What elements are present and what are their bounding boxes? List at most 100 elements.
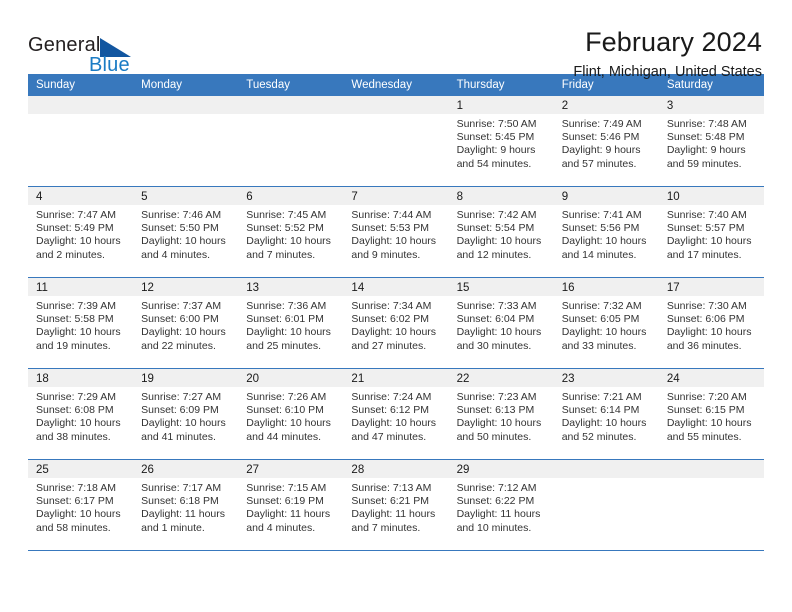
calendar-day-cell-empty [658, 459, 764, 551]
sunset-text: Sunset: 5:57 PM [666, 222, 745, 235]
day-details: Sunrise: 7:23 AM Sunset: 6:13 PM Daylight:… [449, 387, 554, 444]
day-details: Sunrise: 7:18 AM Sunset: 6:17 PM Daylight:… [28, 478, 133, 535]
day-details: Sunrise: 7:17 AM Sunset: 6:18 PM Daylight:… [133, 478, 238, 535]
day-number: 21 [343, 369, 449, 387]
sunrise-text: Sunrise: 7:13 AM [351, 482, 432, 494]
day-details: Sunrise: 7:42 AM Sunset: 5:54 PM Daylight:… [449, 205, 554, 262]
calendar-day-cell[interactable]: 12 Sunrise: 7:37 AM Sunset: 6:00 PM Dayligh… [133, 277, 239, 369]
calendar-day-cell[interactable]: 26 Sunrise: 7:17 AM Sunset: 6:18 PM Dayligh… [133, 459, 239, 551]
sunrise-text: Sunrise: 7:27 AM [141, 391, 222, 403]
calendar-day-cell[interactable]: 25 Sunrise: 7:18 AM Sunset: 6:17 PM Dayligh… [28, 459, 134, 551]
calendar-day-cell[interactable]: 4 Sunrise: 7:47 AM Sunset: 5:49 PM Daylight… [28, 186, 134, 278]
calendar-day-cell[interactable]: 24 Sunrise: 7:20 AM Sunset: 6:15 PM Dayligh… [658, 368, 764, 460]
sunrise-text: Sunrise: 7:17 AM [141, 482, 222, 494]
daylight-text: Daylight: 10 hours and 55 minutes. [666, 417, 752, 443]
calendar-day-cell[interactable]: 21 Sunrise: 7:24 AM Sunset: 6:12 PM Dayligh… [343, 368, 449, 460]
calendar-day-cell[interactable]: 29 Sunrise: 7:12 AM Sunset: 6:22 PM Dayligh… [448, 459, 554, 551]
brand-name-blue: Blue [89, 54, 130, 76]
calendar-day-cell[interactable]: 27 Sunrise: 7:15 AM Sunset: 6:19 PM Dayligh… [238, 459, 344, 551]
day-details: Sunrise: 7:26 AM Sunset: 6:10 PM Daylight:… [238, 387, 343, 444]
daylight-text: Daylight: 10 hours and 52 minutes. [561, 417, 647, 443]
sunset-text: Sunset: 5:58 PM [36, 313, 114, 326]
calendar-day-cell[interactable]: 13 Sunrise: 7:36 AM Sunset: 6:01 PM Dayligh… [238, 277, 344, 369]
calendar-day-cell[interactable]: 7 Sunrise: 7:44 AM Sunset: 5:53 PM Daylight… [343, 186, 449, 278]
calendar-day-cell[interactable]: 9 Sunrise: 7:41 AM Sunset: 5:56 PM Daylight… [553, 186, 659, 278]
calendar-day-cell[interactable]: 17 Sunrise: 7:30 AM Sunset: 6:06 PM Dayligh… [658, 277, 764, 369]
sunset-text: Sunset: 6:02 PM [351, 313, 430, 326]
sunrise-text: Sunrise: 7:47 AM [36, 209, 116, 221]
calendar-day-cell[interactable]: 15 Sunrise: 7:33 AM Sunset: 6:04 PM Dayligh… [448, 277, 554, 369]
sunrise-text: Sunrise: 7:34 AM [351, 300, 432, 312]
sunset-text: Sunset: 5:56 PM [561, 222, 640, 235]
sunrise-text: Sunrise: 7:49 AM [561, 118, 642, 130]
sunrise-text: Sunrise: 7:39 AM [36, 300, 116, 312]
page-header: General Blue February 2024 Flint, Michig… [28, 0, 764, 81]
daylight-text: Daylight: 10 hours and 17 minutes. [666, 235, 752, 261]
calendar-week-row: 4 Sunrise: 7:47 AM Sunset: 5:49 PM Daylight… [28, 186, 764, 278]
day-number: 19 [133, 369, 239, 387]
sunrise-text: Sunrise: 7:20 AM [666, 391, 747, 403]
daylight-text: Daylight: 10 hours and 7 minutes. [246, 235, 331, 261]
calendar-day-cell[interactable]: 2 Sunrise: 7:49 AM Sunset: 5:46 PM Daylight… [553, 96, 659, 187]
day-details: Sunrise: 7:34 AM Sunset: 6:02 PM Daylight:… [343, 296, 448, 353]
sunset-text: Sunset: 6:22 PM [456, 495, 535, 508]
sunset-text: Sunset: 6:06 PM [666, 313, 745, 326]
day-details: Sunrise: 7:13 AM Sunset: 6:21 PM Daylight:… [343, 478, 448, 535]
day-number: 15 [448, 278, 554, 296]
day-details: Sunrise: 7:49 AM Sunset: 5:46 PM Daylight:… [554, 114, 659, 171]
day-details: Sunrise: 7:48 AM Sunset: 5:48 PM Daylight:… [659, 114, 764, 171]
calendar-day-cell[interactable]: 23 Sunrise: 7:21 AM Sunset: 6:14 PM Dayligh… [553, 368, 659, 460]
title-block: February 2024 Flint, Michigan, United St… [148, 28, 764, 81]
sunrise-text: Sunrise: 7:29 AM [36, 391, 116, 403]
day-number: 24 [658, 369, 764, 387]
day-number: 14 [343, 278, 449, 296]
calendar-day-cell[interactable]: 22 Sunrise: 7:23 AM Sunset: 6:13 PM Dayligh… [448, 368, 554, 460]
sunrise-text: Sunrise: 7:50 AM [456, 118, 537, 130]
day-details: Sunrise: 7:12 AM Sunset: 6:22 PM Daylight:… [449, 478, 554, 535]
day-number: 17 [658, 278, 764, 296]
day-number: 2 [553, 96, 659, 114]
daylight-text: Daylight: 11 hours and 4 minutes. [246, 508, 331, 534]
sunrise-sunset-calendar: Sunday Monday Tuesday Wednesday Thursday… [28, 74, 764, 551]
calendar-day-cell-empty [238, 96, 344, 187]
sunrise-text: Sunrise: 7:46 AM [141, 209, 222, 221]
daylight-text: Daylight: 10 hours and 50 minutes. [456, 417, 542, 443]
sunset-text: Sunset: 6:15 PM [666, 404, 745, 417]
daylight-text: Daylight: 10 hours and 9 minutes. [351, 235, 437, 261]
day-details: Sunrise: 7:39 AM Sunset: 5:58 PM Daylight:… [28, 296, 133, 353]
daylight-text: Daylight: 11 hours and 7 minutes. [351, 508, 436, 534]
day-number: 22 [448, 369, 554, 387]
page-title: February 2024 [585, 27, 762, 57]
sunrise-text: Sunrise: 7:26 AM [246, 391, 327, 403]
calendar-day-cell[interactable]: 14 Sunrise: 7:34 AM Sunset: 6:02 PM Dayligh… [343, 277, 449, 369]
day-number [343, 96, 449, 114]
calendar-day-cell[interactable]: 10 Sunrise: 7:40 AM Sunset: 5:57 PM Dayligh… [658, 186, 764, 278]
calendar-day-cell[interactable]: 3 Sunrise: 7:48 AM Sunset: 5:48 PM Daylight… [658, 96, 764, 187]
calendar-day-cell[interactable]: 20 Sunrise: 7:26 AM Sunset: 6:10 PM Dayligh… [238, 368, 344, 460]
day-details: Sunrise: 7:47 AM Sunset: 5:49 PM Daylight:… [28, 205, 133, 262]
calendar-day-cell[interactable]: 6 Sunrise: 7:45 AM Sunset: 5:52 PM Daylight… [238, 186, 344, 278]
sunrise-text: Sunrise: 7:18 AM [36, 482, 116, 494]
general-blue-logo[interactable]: General Blue [28, 28, 148, 84]
sunset-text: Sunset: 5:50 PM [141, 222, 219, 235]
sunset-text: Sunset: 5:48 PM [666, 131, 745, 144]
calendar-day-cell[interactable]: 8 Sunrise: 7:42 AM Sunset: 5:54 PM Daylight… [448, 186, 554, 278]
calendar-day-cell[interactable]: 19 Sunrise: 7:27 AM Sunset: 6:09 PM Dayligh… [133, 368, 239, 460]
daylight-text: Daylight: 9 hours and 57 minutes. [561, 144, 641, 170]
calendar-day-cell[interactable]: 28 Sunrise: 7:13 AM Sunset: 6:21 PM Dayligh… [343, 459, 449, 551]
sunset-text: Sunset: 5:46 PM [561, 131, 640, 144]
sunrise-text: Sunrise: 7:33 AM [456, 300, 537, 312]
daylight-text: Daylight: 10 hours and 44 minutes. [246, 417, 331, 443]
sunset-text: Sunset: 5:54 PM [456, 222, 535, 235]
calendar-week-row: 1 Sunrise: 7:50 AM Sunset: 5:45 PM Daylight… [28, 96, 764, 187]
calendar-day-cell[interactable]: 16 Sunrise: 7:32 AM Sunset: 6:05 PM Dayligh… [553, 277, 659, 369]
calendar-day-cell[interactable]: 18 Sunrise: 7:29 AM Sunset: 6:08 PM Dayligh… [28, 368, 134, 460]
daylight-text: Daylight: 10 hours and 33 minutes. [561, 326, 647, 352]
calendar-day-cell[interactable]: 11 Sunrise: 7:39 AM Sunset: 5:58 PM Dayligh… [28, 277, 134, 369]
day-details: Sunrise: 7:20 AM Sunset: 6:15 PM Daylight:… [659, 387, 764, 444]
daylight-text: Daylight: 10 hours and 36 minutes. [666, 326, 752, 352]
calendar-day-cell[interactable]: 5 Sunrise: 7:46 AM Sunset: 5:50 PM Daylight… [133, 186, 239, 278]
calendar-day-cell[interactable]: 1 Sunrise: 7:50 AM Sunset: 5:45 PM Daylight… [448, 96, 554, 187]
day-number: 3 [658, 96, 764, 114]
daylight-text: Daylight: 10 hours and 12 minutes. [456, 235, 542, 261]
